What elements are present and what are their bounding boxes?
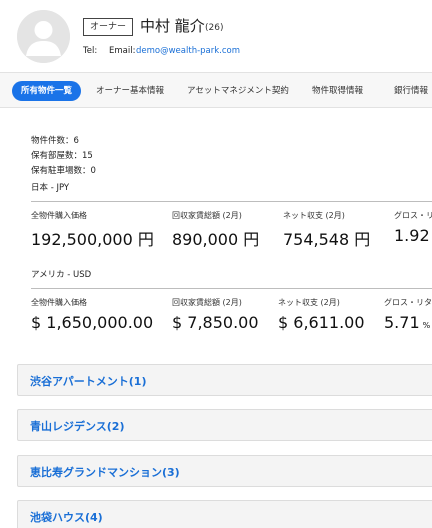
property-title[interactable]: 青山レジデンス(2) <box>30 418 125 434</box>
summary-label: 回収家賃総額 (2月) <box>172 211 242 220</box>
owner-header: オーナー 中村 龍介 (26) Tel: Email: demo@wealth-… <box>0 0 432 68</box>
summary-value: 1.92 <box>394 226 430 245</box>
property-title[interactable]: 池袋ハウス(4) <box>30 509 103 525</box>
summary-value: $ 7,850.00 <box>172 313 259 332</box>
japan-summary: 全物件購入価格 192,500,000 円 回収家賃総額 (2月) 890,00… <box>31 201 432 253</box>
property-count: 物件件数：6 <box>31 136 79 146</box>
summary-label: ネット収支 (2月) <box>283 211 345 220</box>
role-badge: オーナー <box>83 18 133 36</box>
email-label: Email: <box>109 46 136 56</box>
summary-value: 5.71% <box>384 313 430 332</box>
owner-name: 中村 龍介 <box>140 17 205 35</box>
tab-owned-properties[interactable]: 所有物件一覧 <box>12 81 82 101</box>
gross-yield-number: 5.71 <box>384 313 420 332</box>
summary-value: 890,000 円 <box>172 230 260 249</box>
parking-count: 保有駐車場数：0 <box>31 166 96 176</box>
summary-value: $ 1,650,000.00 <box>31 313 154 332</box>
property-panel[interactable]: 青山レジデンス(2) <box>17 409 432 441</box>
email-link[interactable]: demo@wealth-park.com <box>136 46 240 56</box>
room-count: 保有部屋数：15 <box>31 151 93 161</box>
tab-owner-basic-info[interactable]: オーナー基本情報 <box>96 81 164 101</box>
tel-label: Tel: <box>83 46 98 56</box>
user-silhouette-icon <box>17 10 70 63</box>
tab-bar: 所有物件一覧 オーナー基本情報 アセットマネジメント契約 物件取得情報 銀行情報 <box>0 72 432 108</box>
percent-unit: % <box>422 321 431 330</box>
summary-value: $ 6,611.00 <box>278 313 365 332</box>
summary-label: 全物件購入価格 <box>31 298 87 307</box>
owner-age: (26) <box>205 23 224 33</box>
property-title[interactable]: 渋谷アパートメント(1) <box>30 373 147 389</box>
tab-property-acquisition[interactable]: 物件取得情報 <box>312 81 363 101</box>
contact-info: Tel: Email: demo@wealth-park.com <box>83 46 240 56</box>
usa-section-title: アメリカ - USD <box>31 270 92 280</box>
property-panel[interactable]: 渋谷アパートメント(1) <box>17 364 432 396</box>
property-panel[interactable]: 池袋ハウス(4) <box>17 500 432 528</box>
summary-value: 754,548 円 <box>283 230 371 249</box>
usa-summary: 全物件購入価格 $ 1,650,000.00 回収家賃総額 (2月) $ 7,8… <box>31 288 432 340</box>
summary-value: 192,500,000 円 <box>31 230 154 249</box>
tab-bank-info[interactable]: 銀行情報 <box>394 81 428 101</box>
summary-label: 回収家賃総額 (2月) <box>172 298 242 307</box>
summary-label: グロス・リタ <box>384 298 432 307</box>
tab-asset-management-contract[interactable]: アセットマネジメント契約 <box>187 81 289 101</box>
japan-section-title: 日本 - JPY <box>31 183 70 193</box>
summary-label: グロス・リ <box>394 211 432 220</box>
property-panel[interactable]: 恵比寿グランドマンション(3) <box>17 455 432 487</box>
property-title[interactable]: 恵比寿グランドマンション(3) <box>30 464 180 480</box>
avatar <box>17 10 70 63</box>
summary-label: ネット収支 (2月) <box>278 298 340 307</box>
summary-label: 全物件購入価格 <box>31 211 87 220</box>
